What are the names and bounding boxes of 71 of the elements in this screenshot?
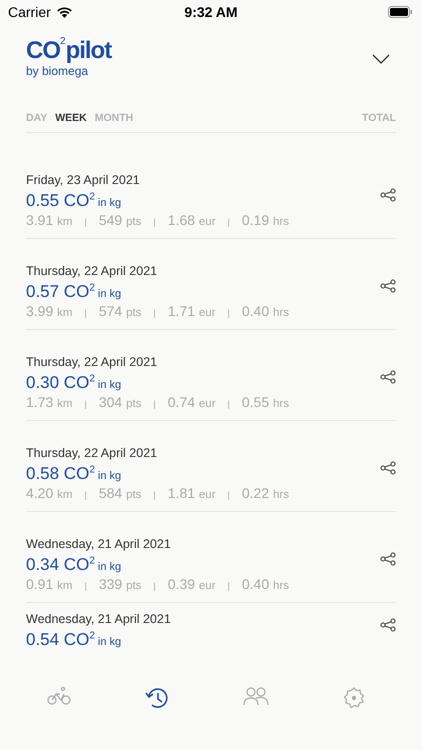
trip-stat: 0.40 hrs: [242, 303, 289, 319]
status-time: 9:32 AM: [184, 4, 238, 20]
stat-separator: |: [84, 217, 87, 227]
wifi-icon: [56, 6, 73, 18]
history-tab[interactable]: [144, 686, 170, 710]
trip-stat: 1.71 eur: [168, 303, 216, 319]
share-icon[interactable]: [380, 460, 396, 474]
total-tab[interactable]: TOTAL: [362, 112, 396, 124]
stat-separator: |: [153, 490, 156, 500]
share-icon[interactable]: [380, 370, 396, 384]
co2-value: 0.58 CO$^{2}$: [26, 464, 95, 484]
trip-date: Thursday, 22 April 2021: [26, 446, 158, 460]
co2-value: 0.34 CO$^{2}$: [26, 555, 95, 575]
co2-value: 0.30 CO$^{2}$: [26, 373, 95, 393]
trip-date: Wednesday, 21 April 2021: [26, 612, 171, 626]
stat-separator: |: [228, 490, 230, 500]
co2-unit: in kg: [98, 470, 122, 482]
period-tab[interactable]: DAY: [26, 112, 48, 124]
co2-unit: in kg: [98, 197, 122, 209]
app-logo: CO$^{2}$pilot: [26, 36, 112, 65]
trip-stat: 549 pts: [98, 212, 142, 228]
period-tab[interactable]: WEEK: [55, 112, 87, 124]
trip-stat: 0.22 hrs: [242, 485, 289, 501]
trip-stat: 3.91 km: [26, 212, 72, 228]
trip-date: Friday, 23 April 2021: [26, 173, 141, 187]
trip-stat: 1.81 eur: [168, 485, 216, 501]
stat-separator: |: [153, 581, 156, 591]
stat-separator: |: [84, 399, 87, 409]
logo-subtitle: by biomega: [26, 64, 90, 78]
stat-separator: |: [153, 399, 156, 409]
co2-unit: in kg: [98, 561, 122, 573]
stat-separator: |: [228, 217, 230, 227]
stat-separator: |: [84, 490, 87, 500]
trip-stat: 0.39 eur: [168, 576, 216, 592]
trip-stat: 3.99 km: [26, 303, 72, 319]
stat-separator: |: [84, 308, 87, 318]
trip-stat: 304 pts: [98, 394, 142, 410]
stat-separator: |: [228, 581, 230, 591]
co2-unit: in kg: [98, 379, 122, 391]
co2-value: 0.57 CO$^{2}$: [26, 282, 95, 302]
stat-separator: |: [228, 308, 230, 318]
share-icon[interactable]: [380, 278, 396, 292]
stat-separator: |: [228, 399, 230, 409]
trip-stat: 0.40 hrs: [242, 576, 289, 592]
chevron-icon[interactable]: [372, 54, 390, 64]
carrier-label: Carrier: [8, 4, 51, 20]
period-tab[interactable]: MONTH: [94, 112, 134, 124]
trip-stat: 0.91 km: [26, 576, 72, 592]
share-icon[interactable]: [380, 188, 396, 202]
trip-date: Thursday, 22 April 2021: [26, 355, 158, 369]
trip-stat: 1.68 eur: [168, 212, 216, 228]
trip-stat: 339 pts: [98, 576, 142, 592]
trip-stat: 4.20 km: [26, 485, 72, 501]
co2-unit: in kg: [98, 288, 122, 300]
stat-separator: |: [153, 217, 156, 227]
trip-date: Thursday, 22 April 2021: [26, 264, 158, 278]
trip-stat: 0.55 hrs: [242, 394, 289, 410]
trip-stat: 0.74 eur: [168, 394, 216, 410]
trip-stat: 584 pts: [98, 485, 142, 501]
trip-date: Wednesday, 21 April 2021: [26, 537, 172, 551]
co2-value: 0.55 CO$^{2}$: [26, 191, 95, 211]
co2-value: 0.54 CO$^{2}$: [26, 630, 95, 650]
co2-unit: in kg: [98, 636, 122, 648]
trip-stat: 0.19 hrs: [242, 212, 289, 228]
battery-icon: [388, 6, 413, 18]
share-icon[interactable]: [380, 618, 396, 632]
share-icon[interactable]: [380, 552, 396, 566]
trip-stat: 1.73 km: [26, 394, 72, 410]
stat-separator: |: [84, 581, 87, 591]
stat-separator: |: [153, 308, 156, 318]
trip-stat: 574 pts: [98, 303, 142, 319]
